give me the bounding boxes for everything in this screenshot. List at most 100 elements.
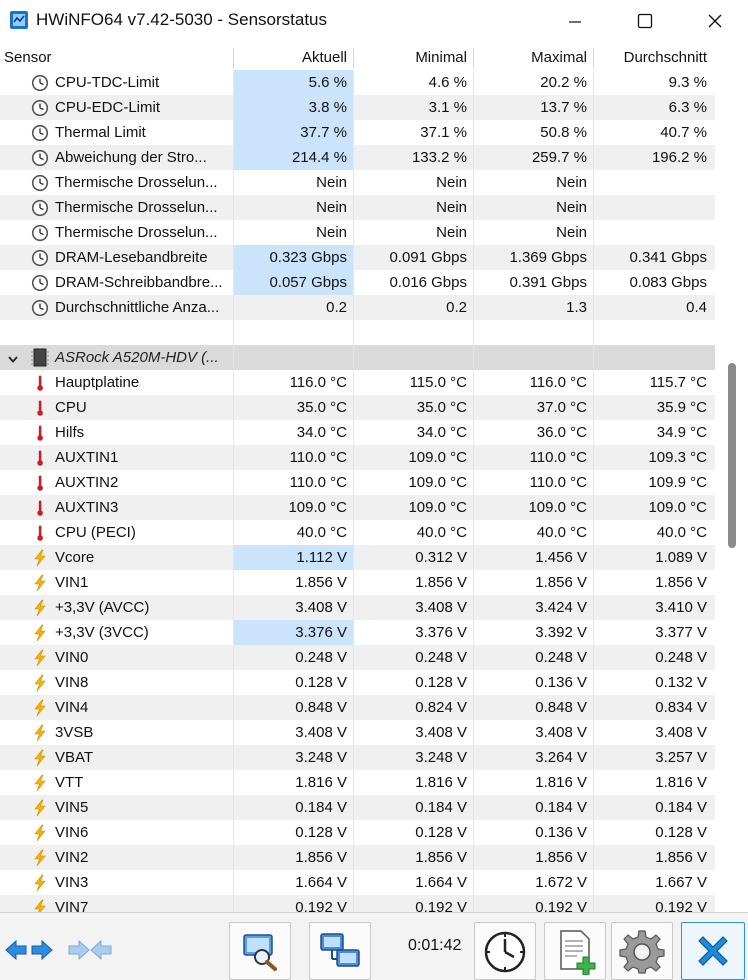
sensor-name: VIN0: [55, 649, 89, 666]
sensor-row[interactable]: VIN7 0.192 V 0.192 V 0.192 V 0.192 V: [0, 895, 715, 912]
value-max: 110.0 °C: [529, 474, 587, 491]
sensor-row[interactable]: Hauptplatine 116.0 °C 115.0 °C 116.0 °C 115.…: [0, 370, 715, 395]
lightning-icon: [31, 674, 49, 692]
sensor-row[interactable]: CPU-EDC-Limit 3.8 % 3.1 % 13.7 % 6.3 %: [0, 95, 715, 120]
value-avg: 6.3 %: [668, 99, 707, 116]
value-avg: 3.257 V: [655, 749, 707, 766]
value-avg: 1.856 V: [655, 574, 707, 591]
column-divider: [473, 70, 474, 912]
exit-button[interactable]: [681, 922, 745, 980]
sensor-name: VIN6: [55, 824, 89, 841]
sensor-row[interactable]: Abweichung der Stro... 214.4 % 133.2 % 259.…: [0, 145, 715, 170]
sensor-row[interactable]: VIN2 1.856 V 1.856 V 1.856 V 1.856 V: [0, 845, 715, 870]
sensor-row[interactable]: Durchschnittliche Anza... 0.2 0.2 1.3 0.4: [0, 295, 715, 320]
sensor-row[interactable]: Hilfs 34.0 °C 34.0 °C 36.0 °C 34.9 °C: [0, 420, 715, 445]
sensor-row[interactable]: VIN1 1.856 V 1.856 V 1.856 V 1.856 V: [0, 570, 715, 595]
section-header-row[interactable]: ASRock A520M-HDV (...: [0, 345, 715, 370]
sensor-inspect-button[interactable]: [229, 922, 291, 980]
value-current: 0.192 V: [295, 899, 347, 912]
sensor-row[interactable]: VBAT 3.248 V 3.248 V 3.264 V 3.257 V: [0, 745, 715, 770]
header-avg[interactable]: Durchschnitt: [594, 46, 707, 70]
arrows-left-right-button[interactable]: [2, 922, 56, 978]
sensor-name: +3,3V (AVCC): [55, 599, 150, 616]
value-current: 0.323 Gbps: [269, 249, 347, 266]
thermometer-icon: [31, 524, 49, 542]
sensor-row[interactable]: CPU-TDC-Limit 5.6 % 4.6 % 20.2 % 9.3 %: [0, 70, 715, 95]
sensor-row[interactable]: VIN0 0.248 V 0.248 V 0.248 V 0.248 V: [0, 645, 715, 670]
value-current: 3.248 V: [295, 749, 347, 766]
sensor-row[interactable]: AUXTIN3 109.0 °C 109.0 °C 109.0 °C 109.0 °C: [0, 495, 715, 520]
value-max: 3.264 V: [535, 749, 587, 766]
value-min: 3.408 V: [415, 599, 467, 616]
add-log-button[interactable]: [544, 922, 606, 980]
sensor-row[interactable]: VIN5 0.184 V 0.184 V 0.184 V 0.184 V: [0, 795, 715, 820]
chevron-down-icon[interactable]: [7, 352, 19, 364]
value-avg: 9.3 %: [668, 74, 707, 91]
value-min: 115.0 °C: [409, 374, 467, 391]
sensor-row[interactable]: Thermische Drosselun... Nein Nein Nein: [0, 220, 715, 245]
value-max: 110.0 °C: [529, 449, 587, 466]
value-min: 35.0 °C: [416, 399, 467, 416]
value-avg: 196.2 %: [651, 149, 707, 166]
arrows-collapse-button[interactable]: [62, 922, 118, 978]
value-max: 1.816 V: [535, 774, 587, 791]
sensor-row[interactable]: VIN8 0.128 V 0.128 V 0.136 V 0.132 V: [0, 670, 715, 695]
network-button[interactable]: [309, 922, 371, 980]
sensor-row[interactable]: AUXTIN2 110.0 °C 109.0 °C 110.0 °C 109.9 °C: [0, 470, 715, 495]
value-min: 0.312 V: [415, 549, 467, 566]
sensor-row[interactable]: Thermische Drosselun... Nein Nein Nein: [0, 170, 715, 195]
value-max: Nein: [556, 174, 587, 191]
value-max: 1.856 V: [535, 574, 587, 591]
lightning-icon: [31, 799, 49, 817]
sensor-row[interactable]: VIN4 0.848 V 0.824 V 0.848 V 0.834 V: [0, 695, 715, 720]
close-button[interactable]: [680, 0, 748, 42]
header-max[interactable]: Maximal: [474, 46, 587, 70]
column-header: Sensor Aktuell Minimal Maximal Durchschn…: [0, 46, 715, 70]
sensor-row[interactable]: +3,3V (3VCC) 3.376 V 3.376 V 3.392 V 3.377 V: [0, 620, 715, 645]
sensor-row[interactable]: Thermische Drosselun... Nein Nein Nein: [0, 195, 715, 220]
value-min: 3.408 V: [415, 724, 467, 741]
settings-button[interactable]: [611, 922, 673, 980]
value-max: 0.848 V: [535, 699, 587, 716]
sensor-row[interactable]: VTT 1.816 V 1.816 V 1.816 V 1.816 V: [0, 770, 715, 795]
value-avg: 3.377 V: [655, 624, 707, 641]
value-max: 13.7 %: [540, 99, 587, 116]
sensor-row[interactable]: Thermal Limit 37.7 % 37.1 % 50.8 % 40.7 %: [0, 120, 715, 145]
value-avg: 0.341 Gbps: [629, 249, 707, 266]
sensor-row[interactable]: AUXTIN1 110.0 °C 109.0 °C 110.0 °C 109.3 °C: [0, 445, 715, 470]
value-max: 116.0 °C: [529, 374, 587, 391]
sensor-row[interactable]: CPU (PECI) 40.0 °C 40.0 °C 40.0 °C 40.0 °C: [0, 520, 715, 545]
value-max: 50.8 %: [540, 124, 587, 141]
value-min: 0.128 V: [415, 824, 467, 841]
sensor-name: Thermal Limit: [55, 124, 146, 141]
sensor-row[interactable]: +3,3V (AVCC) 3.408 V 3.408 V 3.424 V 3.410 V: [0, 595, 715, 620]
value-avg: 0.834 V: [655, 699, 707, 716]
sensor-name: VIN8: [55, 674, 89, 691]
lightning-icon: [31, 899, 49, 912]
header-min[interactable]: Minimal: [354, 46, 467, 70]
sensor-row[interactable]: CPU 35.0 °C 35.0 °C 37.0 °C 35.9 °C: [0, 395, 715, 420]
value-min: 4.6 %: [428, 74, 467, 91]
minimize-button[interactable]: [540, 0, 610, 42]
thermometer-icon: [31, 399, 49, 417]
reset-clock-button[interactable]: [474, 922, 536, 980]
sensor-row[interactable]: VIN6 0.128 V 0.128 V 0.136 V 0.128 V: [0, 820, 715, 845]
sensor-row[interactable]: Vcore 1.112 V 0.312 V 1.456 V 1.089 V: [0, 545, 715, 570]
sensor-table: CPU-TDC-Limit 5.6 % 4.6 % 20.2 % 9.3 % CPU-ED…: [0, 70, 715, 912]
scrollbar-thumb[interactable]: [728, 363, 736, 548]
sensor-name: Thermische Drosselun...: [55, 199, 218, 216]
value-max: Nein: [556, 224, 587, 241]
value-min: 1.856 V: [415, 849, 467, 866]
header-current[interactable]: Aktuell: [234, 46, 347, 70]
value-avg: 35.9 °C: [656, 399, 707, 416]
sensor-row[interactable]: VIN3 1.664 V 1.664 V 1.672 V 1.667 V: [0, 870, 715, 895]
header-sensor[interactable]: Sensor: [4, 46, 52, 70]
sensor-row[interactable]: 3VSB 3.408 V 3.408 V 3.408 V 3.408 V: [0, 720, 715, 745]
lightning-icon: [31, 774, 49, 792]
value-current: 40.0 °C: [296, 524, 347, 541]
value-max: 1.369 Gbps: [509, 249, 587, 266]
sensor-row[interactable]: DRAM-Lesebandbreite 0.323 Gbps 0.091 Gbps 1…: [0, 245, 715, 270]
clock-icon: [31, 74, 49, 92]
sensor-row[interactable]: DRAM-Schreibbandbre... 0.057 Gbps 0.016 Gb…: [0, 270, 715, 295]
maximize-button[interactable]: [610, 0, 680, 42]
